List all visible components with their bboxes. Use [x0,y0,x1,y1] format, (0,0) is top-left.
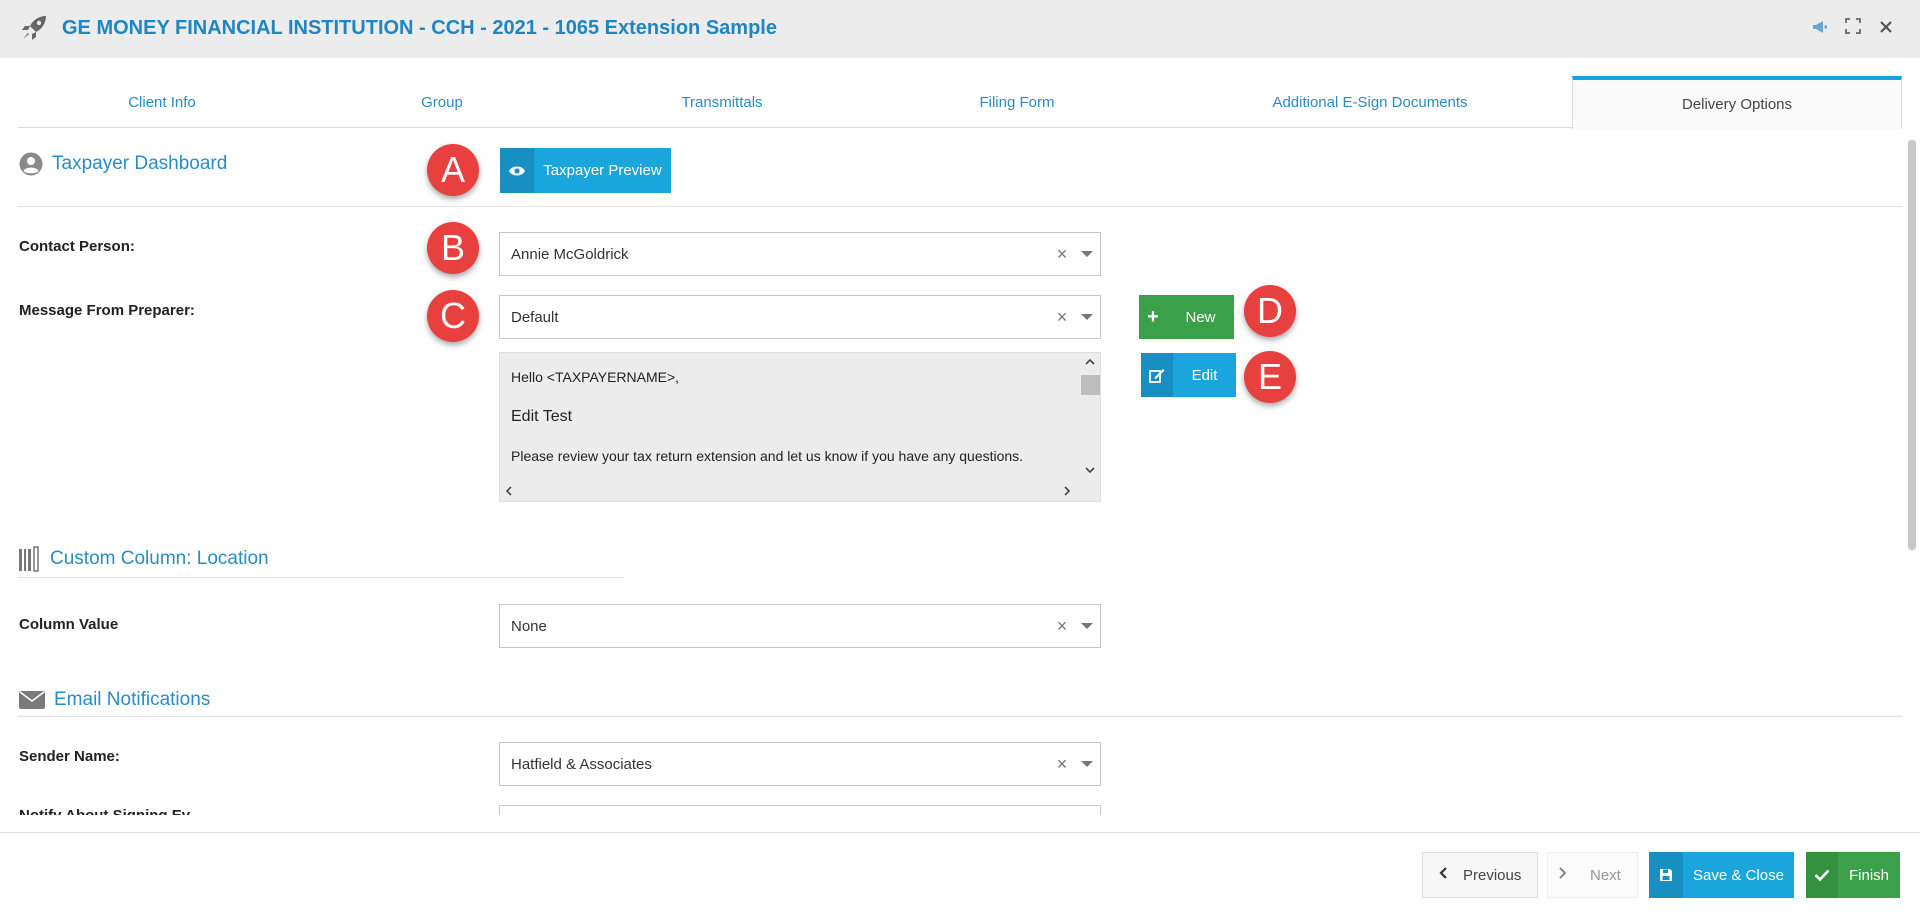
section-divider [18,577,623,578]
save-close-button[interactable]: Save & Close [1649,852,1794,898]
close-icon[interactable] [1876,18,1896,38]
contact-person-value: Annie McGoldrick [511,245,629,263]
tab-delivery-options[interactable]: Delivery Options [1572,76,1902,129]
previous-button[interactable]: Previous [1422,852,1538,898]
taxpayer-dashboard-header: Taxpayer Dashboard [19,152,227,176]
badge-a: A [427,144,479,196]
email-notifications-header: Email Notifications [19,689,210,711]
rocket-icon [22,16,46,40]
tab-filing-form[interactable]: Filing Form [866,76,1168,128]
section-divider [18,716,1902,717]
badge-d: D [1244,285,1296,337]
sender-name-select[interactable]: Hatfield & Associates × [499,742,1101,786]
badge-e: E [1244,351,1296,403]
message-from-preparer-value: Default [511,308,559,326]
message-scroll-thumb[interactable] [1081,375,1100,395]
next-label: Next [1590,866,1621,884]
scrollbar[interactable] [1908,140,1916,550]
chevron-down-icon[interactable] [1074,232,1100,276]
previous-label: Previous [1463,866,1522,884]
scroll-right-icon[interactable] [1062,485,1072,497]
envelope-icon [19,691,45,709]
eye-icon [500,148,534,193]
notify-signing-label: Notify About Signing Ev [19,807,190,815]
chevron-left-icon [1423,866,1463,884]
title-bar: GE MONEY FINANCIAL INSTITUTION - CCH - 2… [0,0,1920,58]
sender-name-label: Sender Name: [19,748,120,765]
chevron-down-icon[interactable] [1074,742,1100,786]
megaphone-icon[interactable] [1810,18,1830,38]
edit-icon [1141,353,1173,397]
column-value-value: None [511,617,547,635]
finish-button[interactable]: Finish [1806,852,1900,898]
taxpayer-preview-label: Taxpayer Preview [543,162,662,179]
message-line-heading: Edit Test [511,408,573,425]
clear-icon[interactable]: × [1050,616,1074,637]
next-button[interactable]: Next [1547,852,1638,898]
message-preview-box[interactable]: Hello <TAXPAYERNAME>, Edit Test Please r… [499,352,1101,502]
floppy-icon [1649,852,1683,898]
taxpayer-dashboard-title: Taxpayer Dashboard [52,153,228,174]
scroll-left-icon[interactable] [504,485,514,497]
tab-bar: Client Info Group Transmittals Filing Fo… [18,76,1902,129]
scroll-down-icon[interactable] [1084,465,1096,475]
edit-message-label: Edit [1191,366,1218,384]
user-circle-icon [19,152,43,176]
section-divider [18,206,1902,207]
message-from-preparer-select[interactable]: Default × [499,295,1101,339]
plus-icon: + [1147,305,1159,328]
custom-column-title: Custom Column: Location [50,548,269,569]
badge-b: B [427,222,479,274]
message-line-body: Please review your tax return extension … [511,448,1024,464]
taxpayer-preview-button[interactable]: Taxpayer Preview [500,148,671,193]
chevron-right-icon [1548,866,1578,884]
chevron-down-icon[interactable] [1074,295,1100,339]
message-line-greeting: Hello <TAXPAYERNAME>, [511,369,680,385]
clear-icon[interactable]: × [1050,754,1074,775]
notify-label-clip: Notify About Signing Ev [19,805,190,815]
custom-column-header: Custom Column: Location [19,546,269,572]
email-notifications-title: Email Notifications [54,689,211,710]
column-value-select[interactable]: None × [499,604,1101,648]
barcode-icon [19,546,39,572]
tab-group[interactable]: Group [306,76,578,128]
expand-icon[interactable] [1843,18,1863,38]
chevron-down-icon[interactable] [1074,604,1100,648]
finish-label: Finish [1848,866,1889,884]
message-from-preparer-label: Message From Preparer: [19,302,195,319]
check-icon [1806,852,1838,898]
clear-icon[interactable]: × [1050,307,1074,328]
tab-additional-esign-documents[interactable]: Additional E-Sign Documents [1168,76,1572,128]
contact-person-select[interactable]: Annie McGoldrick × [499,232,1101,276]
clear-icon[interactable]: × [1050,244,1074,265]
notify-select-partial[interactable] [499,805,1101,815]
edit-message-button[interactable]: Edit [1141,353,1236,397]
window-title: GE MONEY FINANCIAL INSTITUTION - CCH - 2… [62,17,777,39]
scroll-up-icon[interactable] [1084,357,1096,367]
tab-client-info[interactable]: Client Info [18,76,306,128]
new-message-button[interactable]: + New [1139,295,1234,339]
new-message-label: New [1185,308,1216,326]
column-value-label: Column Value [19,616,119,633]
save-close-label: Save & Close [1693,866,1784,884]
tab-transmittals[interactable]: Transmittals [578,76,866,128]
sender-name-value: Hatfield & Associates [511,755,652,773]
badge-c: C [427,290,479,342]
contact-person-label: Contact Person: [19,238,135,255]
